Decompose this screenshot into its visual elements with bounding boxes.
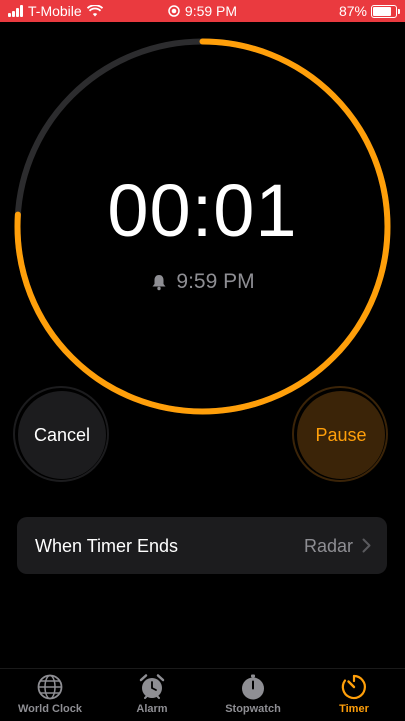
when-timer-ends-row[interactable]: When Timer Ends Radar (17, 517, 387, 574)
chevron-right-icon (362, 538, 371, 553)
pause-button[interactable]: Pause (292, 386, 388, 482)
when-timer-ends-label: When Timer Ends (35, 536, 179, 556)
battery-icon (371, 4, 400, 18)
timer-remaining: 00:01 (107, 169, 298, 252)
cancel-button-label: Cancel (33, 424, 91, 445)
tab-bar: World Clock Alarm Stopwatch Timer (0, 668, 405, 721)
tab-label: Stopwatch (225, 703, 281, 715)
tab-label: World Clock (18, 703, 82, 715)
timer-end-time: 9:59 PM (0, 270, 405, 294)
pause-button-label: Pause (315, 424, 367, 445)
screen-recording-icon (168, 5, 180, 17)
tab-label: Timer (339, 703, 369, 715)
end-time-label: 9:59 PM (176, 270, 255, 293)
sound-value: Radar (303, 536, 353, 556)
tab-stopwatch[interactable]: Stopwatch (208, 673, 298, 715)
globe-icon (37, 674, 63, 700)
battery-percent: 87% (338, 3, 367, 19)
tab-world-clock[interactable]: World Clock (5, 673, 95, 715)
timer-icon (341, 674, 366, 700)
status-bar: T-Mobile 9:59 PM 87% (0, 0, 405, 22)
status-time: 9:59 PM (184, 3, 238, 19)
tab-label: Alarm (136, 703, 168, 715)
stopwatch-icon (242, 674, 264, 700)
tab-timer[interactable]: Timer (309, 673, 399, 715)
bell-icon (152, 275, 166, 291)
status-right: 87% (338, 3, 400, 19)
tab-alarm[interactable]: Alarm (107, 673, 197, 715)
cancel-button[interactable]: Cancel (13, 386, 109, 482)
alarm-clock-icon (139, 674, 165, 699)
